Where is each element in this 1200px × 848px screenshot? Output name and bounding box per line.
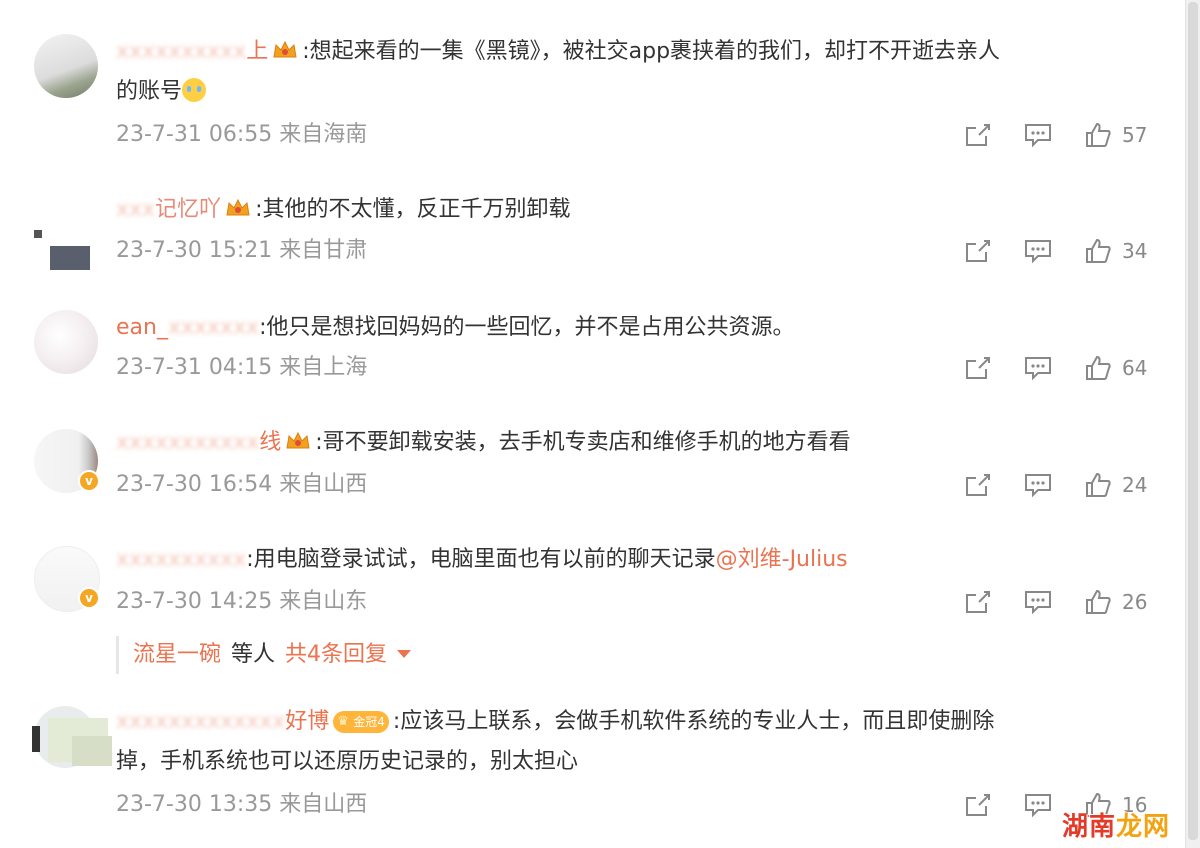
username[interactable]: 线 [259,430,281,455]
verified-badge-icon: v [78,470,100,492]
share-button[interactable] [964,790,992,820]
thumbs-up-icon [1086,472,1111,497]
share-button[interactable] [964,236,992,266]
like-count: 64 [1122,356,1148,380]
crown-icon [273,40,297,58]
comment-item: v xxxxxxxxxxx线:哥不要卸载安装，去手机专卖店和维修手机的地方看看 … [0,407,1180,524]
like-button[interactable]: 24 [1084,470,1147,500]
member-level-badge: 金冠4 [333,711,389,733]
comment-icon [1025,357,1051,381]
share-icon [966,474,990,496]
comment-button[interactable] [1024,353,1052,383]
username[interactable]: 记忆吖 [155,197,221,222]
comment-button[interactable] [1024,587,1052,617]
verified-badge-icon: v [78,587,100,609]
comment-icon [1025,240,1051,264]
username[interactable]: 好博 [285,709,329,734]
username-obscured: xxxxxxx [167,315,260,340]
comment-actions: 57 [960,120,1150,150]
comment-text: :他只是想找回妈妈的一些回忆，并不是占用公共资源。 [259,315,795,340]
comment-item: v xxxxxxxxxx:用电脑登录试试，电脑里面也有以前的聊天记录@刘维-Ju… [0,524,1180,636]
like-count: 24 [1122,473,1148,497]
crying-emoji-icon [182,78,207,102]
like-button[interactable]: 64 [1084,353,1147,383]
site-watermark: 湖南龙网 [1062,806,1170,843]
username-obscured: xxxxxxxxxx [116,39,247,64]
share-icon [966,591,990,613]
comment-actions: 24 [960,470,1150,500]
username[interactable]: 上 [246,39,268,64]
thumbs-up-icon [1086,238,1111,263]
reply-total[interactable]: 共4条回复 [285,642,387,667]
username[interactable]: ean_ [116,315,168,340]
comment-item: xxxxxxxxxx上 :想起来看的一集《黑镜》，被社交app裹挟着的我们，却打不… [0,0,1180,170]
thumbs-up-icon [1086,589,1111,614]
comment-button[interactable] [1024,236,1052,266]
share-icon [966,357,990,379]
like-count: 26 [1122,590,1148,614]
avatar[interactable] [34,310,98,374]
comment-icon [1025,794,1051,818]
replies-expander[interactable]: 流星一碗 等人 共4条回复 [116,636,412,674]
watermark-part1: 湖南 [1061,812,1116,842]
username-obscured: xxx [116,197,156,222]
comment-button[interactable] [1024,470,1052,500]
share-icon [966,240,990,262]
mention-link[interactable]: @刘维-Julius [716,547,848,572]
thumbs-up-icon [1086,122,1111,147]
comment-actions: 26 [960,587,1150,617]
username-obscured: xxxxxxxxxx [116,547,247,572]
comment-item: ean_xxxxxxx:他只是想找回妈妈的一些回忆，并不是占用公共资源。 23-… [0,290,1180,407]
share-button[interactable] [964,470,992,500]
comment-text: :应该马上联系，会做手机软件系统的专业人士，而且即使删除 [392,709,995,734]
comment-item: xxx记忆吖 :其他的不太懂，反正千万别卸载 23-7-30 15:21 来自甘肃… [0,170,1180,290]
comment-text-cont: 掉，手机系统也可以还原历史记录的，别太担心 [116,749,579,774]
avatar[interactable] [32,706,114,772]
comment-meta: 23-7-30 15:21 来自甘肃 [116,238,368,263]
share-icon [966,794,990,816]
comment-icon [1025,124,1051,148]
share-icon [966,124,990,146]
comment-meta: 23-7-31 06:55 来自海南 [116,122,368,147]
comment-icon [1025,474,1051,498]
comment-button[interactable] [1024,790,1052,820]
vertical-scrollbar[interactable] [1185,0,1200,848]
caret-down-icon [397,650,412,658]
comment-actions: 64 [960,353,1150,383]
comment-actions: 34 [960,236,1150,266]
comment-text: :用电脑登录试试，电脑里面也有以前的聊天记录 [246,547,716,572]
reply-username[interactable]: 流星一碗 [133,642,221,667]
comment-text-cont: 的账号 [116,79,183,104]
reply-others-label: 等人 [231,642,276,667]
comment-meta: 23-7-30 14:25 来自山东 [116,589,368,614]
share-button[interactable] [964,120,992,150]
username-obscured: xxxxxxxxxxx [116,430,260,455]
comment-meta: 23-7-31 04:15 来自上海 [116,355,368,380]
comment-icon [1025,591,1051,615]
avatar[interactable] [34,34,98,98]
share-button[interactable] [964,353,992,383]
like-count: 57 [1122,123,1148,147]
comment-text: :其他的不太懂，反正千万别卸载 [255,197,571,222]
thumbs-up-icon [1086,355,1111,380]
comment-button[interactable] [1024,120,1052,150]
crown-icon [286,431,310,449]
username-obscured: xxxxxxxxxxxxx [116,709,286,734]
comment-text: :哥不要卸载安装，去手机专卖店和维修手机的地方看看 [315,430,851,455]
comment-meta: 23-7-30 13:35 来自山西 [116,792,368,817]
share-button[interactable] [964,587,992,617]
comment-item: xxxxxxxxxxxxx好博金冠4:应该马上联系，会做手机软件系统的专业人士，… [0,690,1180,840]
like-count: 34 [1122,239,1148,263]
watermark-part2: 龙网 [1115,812,1170,842]
comment-meta: 23-7-30 16:54 来自山西 [116,472,368,497]
like-button[interactable]: 26 [1084,587,1147,617]
like-button[interactable]: 34 [1084,236,1147,266]
like-button[interactable]: 57 [1084,120,1147,150]
avatar[interactable] [34,230,94,274]
scrollbar-thumb[interactable] [1188,2,1198,840]
crown-icon [226,198,250,216]
comment-text: :想起来看的一集《黑镜》，被社交app裹挟着的我们，却打不开逝去亲人 [302,39,1001,64]
